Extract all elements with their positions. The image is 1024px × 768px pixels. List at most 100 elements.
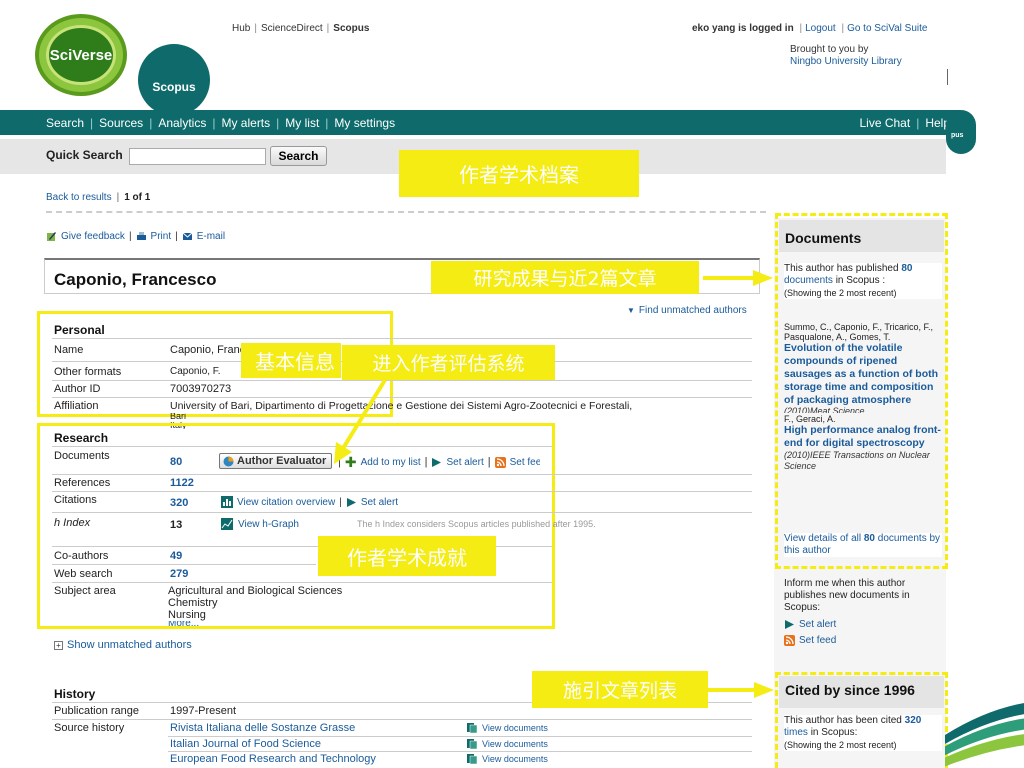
hub-link[interactable]: Hub: [232, 23, 250, 34]
find-unmatched-link[interactable]: ▼ Find unmatched authors: [627, 305, 747, 316]
doc2-source: (2010)IEEE Transactions on Nuclear Scien…: [784, 450, 930, 471]
scopus-bubble: pus: [946, 110, 976, 154]
row-divider: [52, 491, 752, 492]
quick-search-button[interactable]: Search: [270, 146, 327, 166]
h-index-value: 13: [170, 519, 183, 531]
docs-link[interactable]: documents: [784, 275, 833, 286]
give-feedback-link[interactable]: Give feedback: [61, 231, 125, 242]
brought-to-you: Brought to you by Ningbo University Libr…: [790, 44, 902, 68]
coauthors-value[interactable]: 49: [170, 550, 182, 562]
sciverse-logo[interactable]: SciVerse: [35, 14, 127, 96]
row-divider: [52, 397, 752, 398]
row-divider: [52, 719, 752, 720]
show-unmatched-toggle[interactable]: + Show unmatched authors: [54, 639, 192, 651]
docs-count-link[interactable]: 80: [901, 263, 912, 274]
set-feed-link[interactable]: Set feed: [510, 457, 540, 468]
view-h-graph-link[interactable]: View h-Graph: [238, 519, 299, 530]
doc2-authors[interactable]: F., Geraci, A.: [784, 414, 942, 424]
sciencedirect-link[interactable]: ScienceDirect: [261, 23, 323, 34]
cited-heading: Cited by since 1996: [785, 682, 915, 698]
cited-summary: This author has been cited 320 times in …: [784, 715, 942, 751]
affiliation-value: University of Bari, Dipartimento di Prog…: [170, 400, 633, 412]
hgraph-action: View h-Graph: [221, 518, 299, 530]
subject-item: Agricultural and Biological Sciences: [168, 585, 343, 597]
row-divider: [52, 564, 316, 565]
source-view[interactable]: View documents: [466, 753, 548, 765]
sidebar-alert[interactable]: Set alert: [784, 619, 836, 630]
print-link[interactable]: Print: [151, 231, 172, 242]
scopus-logo[interactable]: Scopus: [138, 44, 210, 116]
inform-text: Inform me when this author publishes new…: [784, 578, 910, 613]
sidebar-set-alert-link: Set alert: [799, 619, 837, 630]
view-citation-overview-link[interactable]: View citation overview: [237, 497, 335, 508]
affiliation-city: Bari: [170, 413, 187, 420]
view-all-documents-link[interactable]: View details of all 80 documents by this…: [784, 533, 942, 557]
cited-times-link[interactable]: times: [784, 727, 808, 738]
alert-icon: [346, 497, 356, 507]
subject-more-link[interactable]: More...: [168, 621, 342, 628]
citation-set-alert-link[interactable]: Set alert: [361, 497, 398, 508]
coauthors-label: Co-authors: [54, 550, 109, 562]
citations-value[interactable]: 320: [170, 497, 188, 509]
scival-link[interactable]: Go to SciVal Suite: [847, 23, 927, 34]
bar-chart-icon: [221, 496, 233, 508]
nav-my-alerts[interactable]: My alerts: [221, 116, 270, 130]
set-alert-link[interactable]: Set alert: [446, 457, 483, 468]
main-nav: Search | Sources | Analytics | My alerts | My li…: [0, 110, 960, 135]
live-chat-link[interactable]: Live Chat: [859, 116, 910, 130]
action-row: Give feedback | Print | E-mail: [46, 231, 225, 242]
annotation-author-profile: 作者学术档案: [399, 150, 639, 197]
alert-icon: [432, 457, 442, 467]
cited-count-link[interactable]: 320: [905, 715, 922, 726]
nav-search[interactable]: Search: [46, 116, 84, 130]
row-divider: [168, 751, 752, 752]
content-divider: [46, 211, 766, 213]
source-item[interactable]: Rivista Italiana delle Sostanze Grasse: [170, 722, 355, 734]
docs-pre: This author has published: [784, 263, 899, 274]
sidebar-feed[interactable]: Set feed: [784, 635, 836, 646]
source-view[interactable]: View documents: [466, 738, 548, 750]
source-item[interactable]: Italian Journal of Food Science: [170, 738, 321, 750]
subject-area-label: Subject area: [54, 585, 116, 597]
h-index-note: The h Index considers Scopus articles pu…: [357, 519, 596, 529]
doc1-title[interactable]: Evolution of the volatile compounds of r…: [784, 342, 942, 407]
row-divider: [52, 474, 752, 475]
documents-label: Documents: [54, 450, 110, 462]
doc1-authors[interactable]: Summo, C., Caponio, F., Tricarico, F., P…: [784, 322, 942, 342]
logged-in-text: eko yang is logged in: [692, 23, 794, 34]
graph-icon: [221, 518, 233, 530]
logout-link[interactable]: Logout: [805, 23, 836, 34]
source-view[interactable]: View documents: [466, 722, 548, 734]
references-value[interactable]: 1122: [170, 477, 194, 489]
recent-documents: Summo, C., Caponio, F., Tricarico, F., P…: [784, 322, 942, 526]
documents-count-link[interactable]: 80: [170, 456, 182, 468]
source-item[interactable]: European Food Research and Technology: [170, 753, 376, 765]
library-link[interactable]: Ningbo University Library: [790, 56, 902, 68]
research-title: Research: [54, 431, 109, 445]
author-evaluator-button[interactable]: Author Evaluator: [219, 453, 332, 469]
subject-item: Nursing: [168, 609, 206, 621]
decorative-swoosh: [945, 703, 1024, 767]
personal-divider: [52, 338, 752, 339]
results-nav: Back to results | 1 of 1: [46, 192, 151, 203]
nav-my-settings[interactable]: My settings: [334, 116, 395, 130]
author-name: Caponio, Francesco: [54, 270, 217, 289]
quick-search-input[interactable]: [129, 148, 266, 165]
envelope-icon: [182, 232, 193, 240]
nav-my-list[interactable]: My list: [285, 116, 319, 130]
evaluator-icon: [223, 456, 234, 466]
annotation-research-output: 研究成果与近2篇文章: [431, 261, 699, 294]
nav-analytics[interactable]: Analytics: [158, 116, 206, 130]
web-search-value[interactable]: 279: [170, 568, 188, 580]
view-all-count: 80: [863, 533, 875, 544]
doc2-title[interactable]: High performance analog front-end for di…: [784, 424, 942, 450]
citations-label: Citations: [54, 494, 97, 506]
citation-actions: View citation overview | Set alert: [221, 496, 398, 508]
email-link[interactable]: E-mail: [197, 231, 225, 242]
publication-range-label: Publication range: [54, 705, 140, 717]
scopus-link[interactable]: Scopus: [333, 23, 369, 34]
source-history-label: Source history: [54, 722, 125, 734]
nav-sources[interactable]: Sources: [99, 116, 143, 130]
back-to-results-link[interactable]: Back to results: [46, 192, 112, 203]
show-unmatched-link: Show unmatched authors: [67, 639, 192, 651]
